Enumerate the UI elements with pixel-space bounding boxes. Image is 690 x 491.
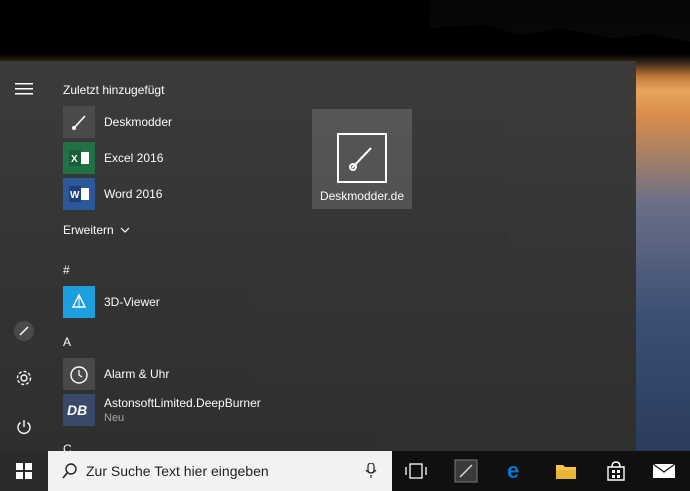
start-rail — [0, 61, 48, 451]
svg-text:W: W — [70, 190, 80, 201]
gear-icon — [16, 370, 32, 386]
edge-icon: e — [507, 460, 519, 482]
word-icon: W — [63, 178, 95, 210]
taskbar: Zur Suche Text hier eingeben e — [0, 451, 690, 491]
brush-icon — [454, 459, 478, 483]
svg-text:e: e — [507, 460, 519, 482]
expand-label: Erweitern — [63, 223, 114, 237]
brush-icon — [337, 133, 387, 183]
store-button[interactable] — [592, 451, 640, 491]
list-item-3d-viewer[interactable]: 3D-Viewer — [63, 285, 298, 319]
item-label: Excel 2016 — [104, 151, 164, 165]
section-letter-hash[interactable]: # — [63, 263, 70, 277]
section-letter-a[interactable]: A — [63, 335, 71, 349]
search-placeholder: Zur Suche Text hier eingeben — [86, 463, 269, 479]
search-icon — [62, 463, 77, 479]
list-item-excel[interactable]: X Excel 2016 — [63, 141, 298, 175]
svg-text:DB: DB — [67, 402, 87, 418]
file-explorer-button[interactable] — [542, 451, 590, 491]
item-label: Word 2016 — [104, 187, 163, 201]
avatar-brush-icon — [14, 321, 34, 341]
task-view-button[interactable] — [392, 451, 440, 491]
item-label: Deskmodder — [104, 115, 173, 129]
folder-icon — [556, 465, 576, 479]
start-menu: Zuletzt hinzugefügt Deskmodder X Excel 2… — [0, 61, 636, 456]
deskmodder-tile[interactable]: Deskmodder.de — [312, 109, 412, 209]
list-item-alarm-uhr[interactable]: Alarm & Uhr — [63, 357, 298, 391]
item-title: AstonsoftLimited.DeepBurner — [104, 396, 261, 410]
taskbar-deskmodder-button[interactable] — [442, 451, 490, 491]
list-item-deepburner[interactable]: DB AstonsoftLimited.DeepBurner Neu — [63, 393, 298, 427]
list-item-deskmodder[interactable]: Deskmodder — [63, 105, 298, 139]
chevron-down-icon — [120, 227, 130, 233]
user-avatar-button[interactable] — [0, 311, 48, 351]
expand-button[interactable]: Erweitern — [63, 223, 130, 237]
item-label: 3D-Viewer — [104, 295, 160, 309]
3d-viewer-icon — [63, 286, 95, 318]
settings-button[interactable] — [0, 358, 48, 398]
task-view-icon — [405, 463, 427, 479]
hamburger-menu-button[interactable] — [0, 69, 48, 109]
deskmodder-brush-icon — [63, 106, 95, 138]
tile-label: Deskmodder.de — [319, 189, 405, 203]
microphone-icon[interactable] — [365, 463, 377, 479]
svg-text:X: X — [71, 154, 78, 165]
deepburner-icon: DB — [63, 394, 95, 426]
power-button[interactable] — [0, 407, 48, 447]
mail-button[interactable] — [640, 451, 688, 491]
new-badge: Neu — [104, 412, 125, 424]
mail-icon — [652, 463, 676, 478]
search-box[interactable]: Zur Suche Text hier eingeben — [48, 451, 392, 491]
app-list: Zuletzt hinzugefügt Deskmodder X Excel 2… — [48, 61, 298, 456]
recent-header: Zuletzt hinzugefügt — [63, 83, 165, 97]
windows-logo-icon — [16, 463, 32, 479]
excel-icon: X — [63, 142, 95, 174]
item-label: AstonsoftLimited.DeepBurner Neu — [104, 396, 261, 424]
start-button[interactable] — [0, 451, 48, 491]
list-item-word[interactable]: W Word 2016 — [63, 177, 298, 211]
edge-browser-button[interactable]: e — [492, 451, 540, 491]
alarm-clock-icon — [63, 358, 95, 390]
item-label: Alarm & Uhr — [104, 367, 170, 381]
power-icon — [17, 420, 31, 434]
store-bag-icon — [607, 461, 625, 481]
wallpaper-mountain — [430, 0, 690, 42]
hamburger-icon — [15, 83, 33, 95]
